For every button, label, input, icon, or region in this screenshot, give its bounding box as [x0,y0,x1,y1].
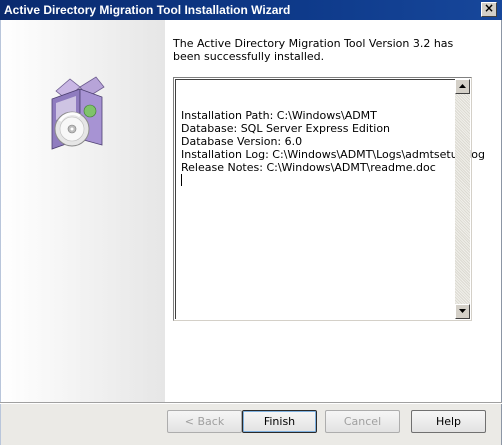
detail-line-install-path: Installation Path: C:\Windows\ADMT [181,109,377,122]
close-icon: × [483,1,495,15]
detail-line-install-log: Installation Log: C:\Windows\ADMT\Logs\a… [181,148,485,161]
scroll-up-button[interactable] [455,79,470,94]
completion-message: The Active Directory Migration Tool Vers… [173,37,454,63]
help-button[interactable]: Help [411,410,486,433]
title-bar[interactable]: Active Directory Migration Tool Installa… [0,0,502,20]
back-button[interactable]: < Back [167,410,242,433]
finish-button[interactable]: Finish [242,410,317,433]
text-caret [181,174,182,186]
detail-line-database: Database: SQL Server Express Edition [181,122,391,135]
window-title: Active Directory Migration Tool Installa… [4,3,291,17]
software-install-box-icon [51,76,105,150]
detail-line-database-version: Database Version: 6.0 [181,135,303,148]
close-button[interactable]: × [481,1,497,17]
cancel-button[interactable]: Cancel [325,410,400,433]
scroll-down-button[interactable] [455,304,470,319]
arrow-up-icon [459,84,466,88]
vertical-scrollbar[interactable] [455,79,470,319]
arrow-down-icon [459,309,466,313]
installation-details-textbox[interactable]: Installation Path: C:\Windows\ADMT Datab… [173,77,485,321]
details-lines: Installation Path: C:\Windows\ADMT Datab… [181,109,485,174]
detail-line-release-notes: Release Notes: C:\Windows\ADMT\readme.do… [181,161,436,174]
wizard-side-panel [1,20,165,402]
